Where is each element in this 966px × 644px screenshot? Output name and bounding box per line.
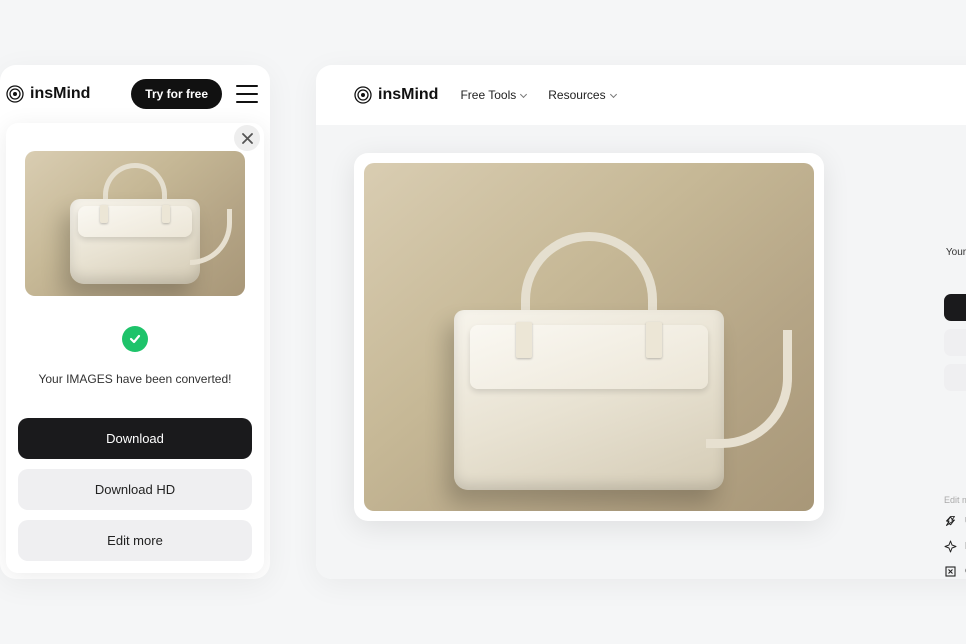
chevron-down-icon bbox=[610, 90, 617, 97]
nav-free-tools[interactable]: Free Tools bbox=[460, 88, 526, 102]
logo[interactable]: insMind bbox=[6, 85, 90, 103]
success-check-icon bbox=[122, 326, 148, 352]
edit-more-title: Edit more bbox=[944, 495, 966, 505]
success-message: Your IMAGES have been converted! bbox=[38, 372, 231, 386]
result-image-preview bbox=[364, 163, 814, 511]
magic-eraser-button[interactable]: Magic Eraser bbox=[944, 540, 966, 553]
download-button[interactable]: Download bbox=[18, 418, 252, 459]
upscaler-button[interactable]: Upscaler bbox=[944, 515, 966, 528]
logo[interactable]: insMind bbox=[354, 86, 438, 104]
edit-more-button[interactable]: Edit more bbox=[18, 520, 252, 561]
cutout-icon bbox=[944, 565, 957, 578]
logo-icon bbox=[354, 86, 372, 104]
logo-text: insMind bbox=[378, 86, 438, 104]
logo-text: insMind bbox=[30, 85, 90, 103]
mobile-panel: insMind Try for free bbox=[0, 65, 270, 579]
edit-button[interactable]: Edit bbox=[944, 364, 966, 391]
logo-icon bbox=[6, 85, 24, 103]
desktop-header: insMind Free Tools Resources Tr bbox=[316, 65, 966, 125]
mobile-header: insMind Try for free bbox=[0, 65, 270, 123]
close-icon[interactable] bbox=[234, 125, 260, 151]
desktop-panel: insMind Free Tools Resources Tr bbox=[316, 65, 966, 579]
upscaler-icon bbox=[944, 515, 957, 528]
edit-more-section: Edit more Upscaler Magic Eraser Cutout bbox=[944, 495, 966, 579]
download-ultra-button[interactable]: Download ult bbox=[944, 329, 966, 356]
nav-resources[interactable]: Resources bbox=[548, 88, 615, 102]
cutout-button[interactable]: Cutout bbox=[944, 565, 966, 578]
menu-icon[interactable] bbox=[236, 85, 258, 103]
desktop-sidebar: Your image have bee Downlo Download ult … bbox=[930, 213, 966, 391]
nav-resources-label: Resources bbox=[548, 88, 605, 102]
download-hd-button[interactable]: Download HD bbox=[18, 469, 252, 510]
try-for-free-button[interactable]: Try for free bbox=[131, 79, 222, 109]
image-frame bbox=[354, 153, 824, 521]
desktop-body: Your image have bee Downlo Download ult … bbox=[316, 125, 966, 579]
download-button[interactable]: Downlo bbox=[944, 294, 966, 321]
nav-free-tools-label: Free Tools bbox=[460, 88, 516, 102]
result-image-preview bbox=[25, 151, 245, 296]
mobile-result-card: Your IMAGES have been converted! Downloa… bbox=[6, 123, 264, 573]
success-message: Your image have bee bbox=[946, 247, 966, 258]
chevron-down-icon bbox=[520, 90, 527, 97]
magic-eraser-icon bbox=[944, 540, 957, 553]
